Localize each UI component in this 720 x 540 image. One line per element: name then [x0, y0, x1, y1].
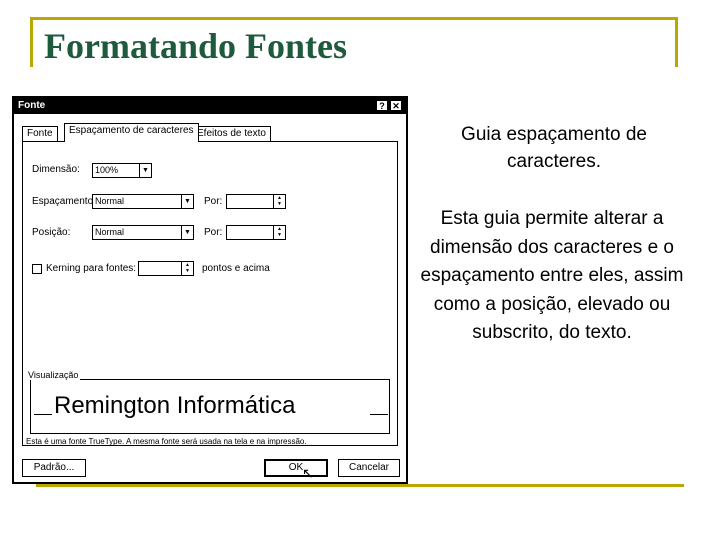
position-value: Normal: [95, 227, 125, 237]
preview-sample-text: Remington Informática: [54, 392, 296, 419]
font-dialog: Fonte ? ✕ Fonte Espaçamento de caractere…: [12, 96, 408, 484]
section-body: Esta guia permite alterar a dimensão dos…: [420, 208, 684, 343]
close-button[interactable]: ✕: [390, 100, 402, 111]
mouse-pointer-icon: ↖: [302, 465, 314, 481]
spacing-select[interactable]: Normal ▼: [92, 194, 194, 209]
spin-arrows-icon[interactable]: ▲ ▼: [181, 262, 193, 275]
dimension-select[interactable]: 100% ▼: [92, 163, 152, 178]
cancel-button[interactable]: Cancelar: [338, 459, 400, 477]
kerning-suffix: pontos e acima: [202, 263, 270, 274]
help-button[interactable]: ?: [376, 100, 388, 111]
tab-font[interactable]: Fonte: [22, 126, 58, 141]
dimension-label: Dimensão:: [32, 164, 80, 175]
dialog-title: Fonte: [18, 100, 46, 111]
spin-arrows-icon[interactable]: ▲ ▼: [273, 195, 285, 208]
tab-character-spacing[interactable]: Espaçamento de caracteres: [64, 123, 199, 142]
right-rule: [675, 17, 678, 67]
section-heading: Guia espaçamento de caracteres.: [461, 124, 647, 172]
dropdown-arrow-icon[interactable]: ▼: [181, 195, 193, 208]
spin-arrows-icon[interactable]: ▲ ▼: [273, 226, 285, 239]
dropdown-arrow-icon[interactable]: ▼: [181, 226, 193, 239]
position-label: Posição:: [32, 227, 71, 238]
preview-info: Esta é uma fonte TrueType. A mesma fonte…: [26, 437, 307, 446]
preview-baseline-left: [34, 414, 52, 415]
slide-title: Formatando Fontes: [44, 26, 347, 66]
position-by-stepper[interactable]: ▲ ▼: [226, 225, 286, 240]
position-select[interactable]: Normal ▼: [92, 225, 194, 240]
dropdown-arrow-icon[interactable]: ▼: [139, 164, 151, 177]
tab-text-effects[interactable]: Efeitos de texto: [192, 126, 271, 141]
dialog-titlebar: Fonte ? ✕: [14, 98, 406, 114]
top-rule: [30, 17, 678, 20]
left-rule: [30, 17, 33, 67]
kerning-stepper[interactable]: ▲ ▼: [138, 261, 194, 276]
spacing-by-label: Por:: [204, 196, 223, 207]
preview-baseline-right: [370, 414, 388, 415]
position-by-label: Por:: [204, 227, 223, 238]
bottom-rule: [36, 484, 684, 487]
dimension-value: 100%: [95, 165, 119, 175]
preview-label: Visualização: [26, 370, 81, 380]
kerning-checkbox[interactable]: [32, 264, 42, 274]
spacing-label: Espaçamento:: [32, 196, 96, 207]
default-button[interactable]: Padrão...: [22, 459, 86, 477]
spacing-by-stepper[interactable]: ▲ ▼: [226, 194, 286, 209]
ok-button[interactable]: OK: [264, 459, 328, 477]
kerning-label: Kerning para fontes:: [46, 263, 137, 274]
spacing-value: Normal: [95, 196, 125, 206]
